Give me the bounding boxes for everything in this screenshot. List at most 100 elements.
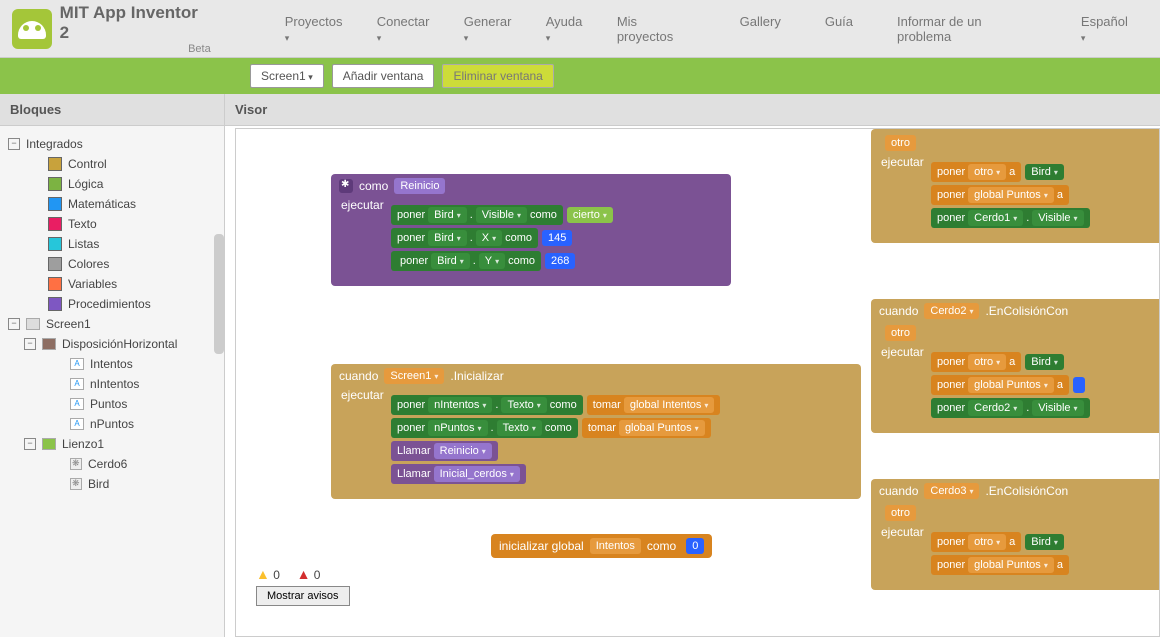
tree-procedures[interactable]: Procedimientos (4, 294, 220, 314)
block-row[interactable]: poner global Puntos a (931, 185, 1160, 205)
add-screen-button[interactable]: Añadir ventana (332, 64, 435, 88)
tree-puntos[interactable]: APuntos (4, 394, 220, 414)
block-global-var[interactable]: inicializar global Intentos como 0 (491, 534, 712, 558)
warnings-area: ▲ 0 ▲ 0 Mostrar avisos (256, 566, 350, 606)
value-num[interactable]: 268 (545, 253, 575, 269)
screen-toolbar: Screen1 Añadir ventana Eliminar ventana (0, 58, 1160, 94)
sprite-icon (70, 458, 82, 470)
proc-name[interactable]: Reinicio (394, 178, 445, 194)
blocks-panel: Bloques − Integrados Control Lógica Mate… (0, 94, 225, 637)
param-otro[interactable]: otro (885, 505, 916, 521)
label-icon: A (70, 398, 84, 410)
block-row[interactable]: poner otro a Bird (931, 352, 1160, 372)
menu-informar[interactable]: Informar de un problema (883, 6, 1051, 52)
tree-lists[interactable]: Listas (4, 234, 220, 254)
blocks-tree: − Integrados Control Lógica Matemáticas … (0, 126, 224, 635)
label-icon: A (70, 358, 84, 370)
tree-variables[interactable]: Variables (4, 274, 220, 294)
screen-icon (26, 318, 40, 330)
app-title: MIT App Inventor 2 (60, 3, 198, 42)
procedures-icon (48, 297, 62, 311)
block-row[interactable]: poner otro a Bird (931, 532, 1160, 552)
event-obj[interactable]: Screen1 (384, 368, 444, 384)
block-row[interactable]: poner nIntentos . Texto como tomar globa… (391, 395, 861, 415)
block-row[interactable]: Llamar Reinicio (391, 441, 861, 461)
menu-mis-proyectos[interactable]: Mis proyectos (603, 6, 710, 52)
collapse-icon[interactable]: − (24, 338, 36, 350)
menu-generar[interactable]: Generar (450, 6, 532, 52)
block-row[interactable]: poner Cerdo2 . Visible (931, 398, 1160, 418)
tree-logic[interactable]: Lógica (4, 174, 220, 194)
tree-disposicion[interactable]: − DisposiciónHorizontal (4, 334, 220, 354)
value-true[interactable]: cierto (567, 207, 613, 223)
param-otro[interactable]: otro (885, 325, 916, 341)
text-icon (48, 217, 62, 231)
block-row[interactable]: poner Bird . Visible como cierto (391, 205, 731, 225)
block-row[interactable]: poner Bird . X como 145 (391, 228, 731, 248)
tree-bird[interactable]: Bird (4, 474, 220, 494)
tree-screen1[interactable]: − Screen1 (4, 314, 220, 334)
menu-proyectos[interactable]: Proyectos (271, 6, 363, 52)
main-area: Visor como Reinicio ejecutar poner Bird … (225, 94, 1160, 637)
logic-icon (48, 177, 62, 191)
var-name[interactable]: Intentos (590, 538, 641, 554)
label-icon: A (70, 418, 84, 430)
gear-icon[interactable] (339, 179, 353, 193)
tree-math[interactable]: Matemáticas (4, 194, 220, 214)
menu-conectar[interactable]: Conectar (363, 6, 450, 52)
canvas-icon (42, 438, 56, 450)
block-event-cerdo2[interactable]: cuando Cerdo2 .EnColisiónCon otro ejecut… (871, 299, 1160, 433)
warning-icon: ▲ (256, 566, 270, 582)
collapse-icon[interactable]: − (8, 318, 20, 330)
app-inventor-logo (12, 9, 52, 49)
colors-icon (48, 257, 62, 271)
block-row[interactable]: Llamar Inicial_cerdos (391, 464, 861, 484)
visor-title: Visor (225, 94, 1160, 126)
show-warnings-button[interactable]: Mostrar avisos (256, 586, 350, 606)
tree-builtin[interactable]: − Integrados (4, 134, 220, 154)
block-row[interactable]: poner nPuntos . Texto como tomar global … (391, 418, 861, 438)
block-row[interactable]: poner Cerdo1 . Visible (931, 208, 1160, 228)
screen-select[interactable]: Screen1 (250, 64, 324, 88)
tree-lienzo1[interactable]: − Lienzo1 (4, 434, 220, 454)
scrollbar[interactable] (214, 234, 224, 354)
block-proc-reinicio[interactable]: como Reinicio ejecutar poner Bird . Visi… (331, 174, 731, 286)
variables-icon (48, 277, 62, 291)
menu-gallery[interactable]: Gallery (726, 6, 795, 52)
param-otro[interactable]: otro (885, 135, 916, 151)
remove-screen-button[interactable]: Eliminar ventana (442, 64, 553, 88)
block-row[interactable]: poner Bird . Y como 268 (391, 251, 731, 271)
tree-nintentos[interactable]: AnIntentos (4, 374, 220, 394)
error-icon: ▲ (297, 566, 311, 582)
tree-builtin-label: Integrados (26, 137, 83, 151)
collapse-icon[interactable]: − (24, 438, 36, 450)
sprite-icon (70, 478, 82, 490)
blocks-panel-title: Bloques (0, 94, 224, 126)
collapse-icon[interactable]: − (8, 138, 20, 150)
value-num[interactable]: 145 (542, 230, 572, 246)
block-event-inicializar[interactable]: cuando Screen1 .Inicializar ejecutar pon… (331, 364, 861, 499)
layout-icon (42, 338, 56, 350)
block-row[interactable]: poner otro a Bird (931, 162, 1160, 182)
tree-control[interactable]: Control (4, 154, 220, 174)
block-row[interactable]: poner global Puntos a (931, 375, 1160, 395)
tree-npuntos[interactable]: AnPuntos (4, 414, 220, 434)
math-icon (48, 197, 62, 211)
menu-guia[interactable]: Guía (811, 6, 867, 52)
tree-colors[interactable]: Colores (4, 254, 220, 274)
app-title-wrap: MIT App Inventor 2 Beta (60, 3, 211, 55)
main-menu: Proyectos Conectar Generar Ayuda (271, 6, 603, 52)
tree-text[interactable]: Texto (4, 214, 220, 234)
menu-ayuda[interactable]: Ayuda (532, 6, 603, 52)
menu-language[interactable]: Español (1067, 6, 1148, 52)
block-event-partial[interactable]: otro ejecutar poner otro a Bird poner gl… (871, 129, 1160, 243)
header: MIT App Inventor 2 Beta Proyectos Conect… (0, 0, 1160, 58)
menu-right: Mis proyectos Gallery Guía Informar de u… (603, 6, 1148, 52)
block-row[interactable]: poner global Puntos a (931, 555, 1160, 575)
control-icon (48, 157, 62, 171)
blocks-workspace[interactable]: como Reinicio ejecutar poner Bird . Visi… (235, 128, 1160, 637)
tree-intentos[interactable]: AIntentos (4, 354, 220, 374)
block-event-cerdo3[interactable]: cuando Cerdo3 .EnColisiónCon otro ejecut… (871, 479, 1160, 590)
value-num[interactable]: 0 (686, 538, 704, 554)
tree-cerdo6[interactable]: Cerdo6 (4, 454, 220, 474)
